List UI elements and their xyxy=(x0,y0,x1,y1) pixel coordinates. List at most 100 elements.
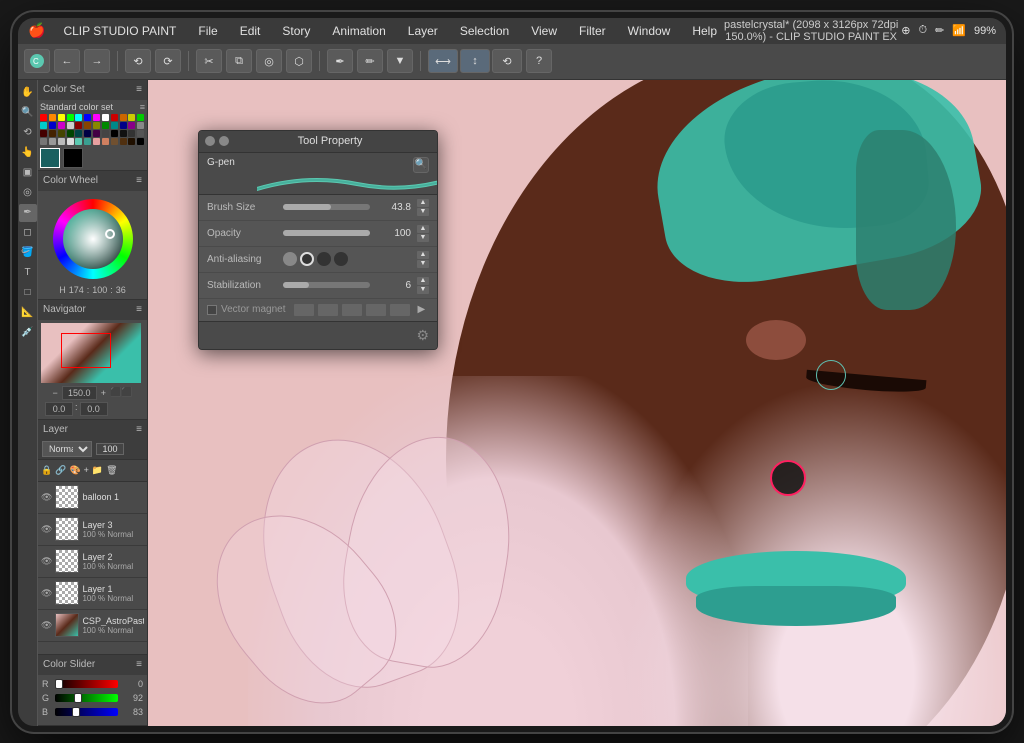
tp-stab-up[interactable]: ▲ xyxy=(417,277,429,285)
layer-row-layer1[interactable]: 👁 Layer 1 100 % Normal xyxy=(38,578,147,610)
tool-picker[interactable]: 💉 xyxy=(19,324,37,342)
layer-palette-icon[interactable]: 🎨 xyxy=(69,465,80,476)
color-cell[interactable] xyxy=(84,130,91,137)
tp-vm-cell-3[interactable] xyxy=(341,303,363,317)
layer-eye-layer3[interactable]: 👁 xyxy=(41,524,52,535)
tp-settings-icon[interactable]: ⚙ xyxy=(416,327,429,344)
color-set-menu-icon[interactable]: ≡ xyxy=(136,84,142,95)
toolbar-back[interactable]: ← xyxy=(54,49,80,73)
apple-logo[interactable]: 🍎 xyxy=(28,22,45,39)
tool-zoom[interactable]: 🔍 xyxy=(19,104,37,122)
layer-row-balloon1[interactable]: 👁 balloon 1 xyxy=(38,482,147,514)
tp-aa-dot-strong[interactable] xyxy=(334,252,348,266)
tool-eraser[interactable]: ◻ xyxy=(19,224,37,242)
color-cell[interactable] xyxy=(111,138,118,145)
layer-folder-icon[interactable]: 📁 xyxy=(92,465,103,476)
color-cell[interactable] xyxy=(111,114,118,121)
color-cell[interactable] xyxy=(120,122,127,129)
color-wheel-menu-icon[interactable]: ≡ xyxy=(136,175,142,186)
layer-eye-layer1[interactable]: 👁 xyxy=(41,588,52,599)
toolbar-view3[interactable]: ⟲ xyxy=(492,49,522,73)
color-cell[interactable] xyxy=(67,130,74,137)
menu-file[interactable]: File xyxy=(194,22,221,40)
color-cell[interactable] xyxy=(67,138,74,145)
toolbar-view2[interactable]: ↕ xyxy=(460,49,490,73)
layer-eye-csp[interactable]: 👁 xyxy=(41,620,52,631)
navigator-menu[interactable]: ≡ xyxy=(136,304,142,315)
color-cell[interactable] xyxy=(102,130,109,137)
color-cell[interactable] xyxy=(49,130,56,137)
g-slider-track[interactable] xyxy=(55,694,118,702)
b-slider-track[interactable] xyxy=(55,708,118,716)
navigator-preview[interactable] xyxy=(41,323,141,383)
toolbar-forward[interactable]: → xyxy=(84,49,110,73)
color-cell[interactable] xyxy=(40,130,47,137)
tp-opacity-slider[interactable] xyxy=(283,230,370,236)
toolbar-view1[interactable]: ⟷ xyxy=(428,49,458,73)
tp-vector-checkbox[interactable] xyxy=(207,305,217,315)
tool-fill[interactable]: 🪣 xyxy=(19,244,37,262)
layer-row-layer3[interactable]: 👁 Layer 3 100 % Normal xyxy=(38,514,147,546)
color-cell[interactable] xyxy=(75,130,82,137)
layer-link-icon[interactable]: 🔗 xyxy=(55,465,66,476)
tool-hand[interactable]: ✋ xyxy=(19,84,37,102)
color-cell[interactable] xyxy=(40,114,47,121)
tool-select[interactable]: ▣ xyxy=(19,164,37,182)
toolbar-dropdown[interactable]: ▼ xyxy=(387,49,413,73)
color-cell[interactable] xyxy=(128,122,135,129)
tp-opacity-up[interactable]: ▲ xyxy=(417,225,429,233)
color-cell[interactable] xyxy=(58,138,65,145)
tool-pen[interactable]: ✒ xyxy=(19,204,37,222)
toolbar-lasso[interactable]: ◎ xyxy=(256,49,282,73)
color-cell[interactable] xyxy=(84,138,91,145)
color-cell[interactable] xyxy=(128,130,135,137)
tp-aa-dot-weak[interactable] xyxy=(300,252,314,266)
fg-color[interactable] xyxy=(40,148,60,168)
canvas-area[interactable]: Tool Property G-pen 🔍 Brush Size xyxy=(148,80,1006,726)
tp-stabilization-slider[interactable] xyxy=(283,282,370,288)
color-cell[interactable] xyxy=(93,114,100,121)
color-cell[interactable] xyxy=(102,138,109,145)
color-cell[interactable] xyxy=(137,122,144,129)
toolbar-wand[interactable]: ⬡ xyxy=(286,49,312,73)
color-cell[interactable] xyxy=(49,122,56,129)
color-cell[interactable] xyxy=(111,130,118,137)
color-cell[interactable] xyxy=(49,138,56,145)
layer-row-csp[interactable]: 👁 CSP_AstroPastel 100 % Normal xyxy=(38,610,147,642)
color-cell[interactable] xyxy=(75,114,82,121)
menu-filter[interactable]: Filter xyxy=(575,22,610,40)
tp-vm-cell-1[interactable] xyxy=(293,303,315,317)
layer-row-layer2[interactable]: 👁 Layer 2 100 % Normal xyxy=(38,546,147,578)
toolbar-csp-logo[interactable]: C xyxy=(24,49,50,73)
tp-aa-down[interactable]: ▼ xyxy=(417,260,429,268)
color-cell[interactable] xyxy=(93,130,100,137)
color-cell[interactable] xyxy=(128,114,135,121)
color-cell[interactable] xyxy=(75,138,82,145)
layer-eye-balloon1[interactable]: 👁 xyxy=(41,492,52,503)
menu-edit[interactable]: Edit xyxy=(236,22,265,40)
color-cell[interactable] xyxy=(40,138,47,145)
tp-aa-dot-none[interactable] xyxy=(283,252,297,266)
tp-close-button[interactable] xyxy=(205,136,215,146)
toolbar-undo[interactable]: ⟲ xyxy=(125,49,151,73)
toolbar-redo[interactable]: ⟳ xyxy=(155,49,181,73)
color-slider-menu[interactable]: ≡ xyxy=(136,659,142,670)
color-cell[interactable] xyxy=(67,114,74,121)
layer-add-icon[interactable]: + xyxy=(84,465,89,476)
color-cell[interactable] xyxy=(49,114,56,121)
color-cell[interactable] xyxy=(137,114,144,121)
tp-brush-size-up[interactable]: ▲ xyxy=(417,199,429,207)
bg-color[interactable] xyxy=(63,148,83,168)
tool-text[interactable]: T xyxy=(19,264,37,282)
tp-vm-cell-2[interactable] xyxy=(317,303,339,317)
color-cell[interactable] xyxy=(84,114,91,121)
layer-lock-icon[interactable]: 🔒 xyxy=(41,465,52,476)
color-cell[interactable] xyxy=(58,122,65,129)
r-slider-track[interactable] xyxy=(55,680,118,688)
menu-view[interactable]: View xyxy=(527,22,561,40)
layer-opacity-input[interactable] xyxy=(96,443,124,455)
toolbar-pen2[interactable]: ✏ xyxy=(357,49,383,73)
tp-stab-down[interactable]: ▼ xyxy=(417,286,429,294)
color-cell[interactable] xyxy=(102,114,109,121)
tp-brush-size-slider[interactable] xyxy=(283,204,370,210)
